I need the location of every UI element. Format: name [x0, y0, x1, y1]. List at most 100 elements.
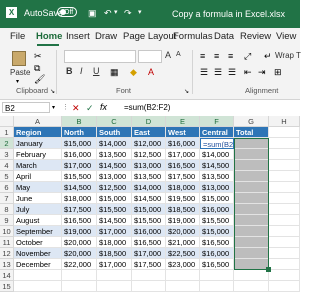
- redo-icon[interactable]: ↷: [124, 8, 132, 18]
- tab-formulas[interactable]: Formulas: [173, 31, 213, 42]
- total-cell[interactable]: [234, 259, 269, 270]
- total-cell[interactable]: [234, 160, 269, 171]
- column-header-f[interactable]: F: [200, 116, 234, 127]
- data-cell[interactable]: $18,000: [62, 193, 97, 204]
- data-cell[interactable]: $14,000: [132, 182, 166, 193]
- data-cell[interactable]: $15,500: [132, 215, 166, 226]
- month-cell[interactable]: May: [14, 182, 62, 193]
- tab-insert[interactable]: Insert: [66, 31, 90, 42]
- cell[interactable]: [62, 281, 97, 292]
- tab-home[interactable]: Home: [36, 31, 62, 42]
- font-name-box[interactable]: [64, 50, 136, 63]
- wrap-text-button[interactable]: Wrap T: [275, 51, 301, 60]
- data-cell[interactable]: $16,500: [132, 237, 166, 248]
- format-painter-icon[interactable]: 🖌: [34, 74, 45, 84]
- row-header[interactable]: 11: [0, 237, 14, 248]
- paste-icon[interactable]: [12, 51, 26, 66]
- wrap-text-icon[interactable]: ↵: [264, 51, 272, 61]
- row-header[interactable]: 10: [0, 226, 14, 237]
- data-cell[interactable]: $17,000: [132, 248, 166, 259]
- tab-data[interactable]: Data: [214, 31, 234, 42]
- row-header[interactable]: 6: [0, 182, 14, 193]
- align-top-icon[interactable]: ≡: [200, 51, 205, 61]
- data-cell[interactable]: $13,000: [97, 171, 132, 182]
- cell[interactable]: [200, 281, 234, 292]
- data-cell[interactable]: $16,500: [62, 215, 97, 226]
- decrease-indent-icon[interactable]: ⇤: [244, 67, 252, 77]
- cell[interactable]: [269, 259, 300, 270]
- data-cell[interactable]: $19,500: [166, 193, 200, 204]
- data-cell[interactable]: $15,500: [200, 215, 234, 226]
- total-cell[interactable]: [234, 193, 269, 204]
- paste-button[interactable]: Paste: [10, 68, 30, 77]
- row-header[interactable]: 14: [0, 270, 14, 281]
- data-cell[interactable]: $15,000: [200, 193, 234, 204]
- increase-indent-icon[interactable]: ⇥: [258, 67, 266, 77]
- select-all-corner[interactable]: [0, 116, 14, 127]
- cell[interactable]: [269, 281, 300, 292]
- column-header-b[interactable]: B: [62, 116, 97, 127]
- row-header[interactable]: 12: [0, 248, 14, 259]
- row-header[interactable]: 8: [0, 204, 14, 215]
- total-cell[interactable]: [234, 248, 269, 259]
- data-cell[interactable]: $14,500: [200, 160, 234, 171]
- month-cell[interactable]: July: [14, 204, 62, 215]
- cell[interactable]: [269, 138, 300, 149]
- align-right-icon[interactable]: ☰: [228, 67, 236, 77]
- data-cell[interactable]: $23,000: [166, 259, 200, 270]
- row-header[interactable]: 13: [0, 259, 14, 270]
- italic-button[interactable]: I: [80, 66, 83, 76]
- cell[interactable]: [269, 248, 300, 259]
- month-cell[interactable]: August: [14, 215, 62, 226]
- data-cell[interactable]: $18,500: [97, 248, 132, 259]
- cell[interactable]: [269, 127, 300, 138]
- data-cell[interactable]: $15,500: [97, 204, 132, 215]
- column-header-d[interactable]: D: [132, 116, 166, 127]
- data-cell[interactable]: $19,000: [62, 226, 97, 237]
- cell[interactable]: [269, 237, 300, 248]
- column-header-c[interactable]: C: [97, 116, 132, 127]
- align-middle-icon[interactable]: ≡: [214, 51, 219, 61]
- data-cell[interactable]: $14,500: [97, 160, 132, 171]
- data-cell[interactable]: $19,000: [166, 215, 200, 226]
- month-cell[interactable]: December: [14, 259, 62, 270]
- cell[interactable]: [269, 171, 300, 182]
- data-cell[interactable]: $13,500: [97, 149, 132, 160]
- clipboard-launcher-icon[interactable]: ↘: [50, 87, 55, 97]
- data-cell[interactable]: $14,000: [97, 138, 132, 149]
- orientation-icon[interactable]: ⤢: [244, 51, 251, 61]
- data-cell[interactable]: $16,000: [200, 204, 234, 215]
- data-cell[interactable]: $15,000: [97, 193, 132, 204]
- data-cell[interactable]: $17,000: [97, 259, 132, 270]
- undo-dropdown-icon[interactable]: ▾: [114, 8, 118, 18]
- data-cell[interactable]: $16,500: [166, 160, 200, 171]
- cell[interactable]: [200, 270, 234, 281]
- cancel-entry-icon[interactable]: ✕: [72, 103, 80, 113]
- table-header-cell[interactable]: North: [62, 127, 97, 138]
- table-header-cell[interactable]: Total: [234, 127, 269, 138]
- data-cell[interactable]: $14,500: [97, 215, 132, 226]
- table-header-cell[interactable]: East: [132, 127, 166, 138]
- data-cell[interactable]: $17,000: [97, 226, 132, 237]
- fill-handle[interactable]: [266, 267, 271, 272]
- undo-icon[interactable]: ↶: [104, 8, 112, 18]
- fill-color-icon[interactable]: ◆: [130, 67, 137, 77]
- insert-function-button[interactable]: fx: [100, 102, 107, 112]
- total-cell[interactable]: [234, 149, 269, 160]
- data-cell[interactable]: $13,500: [132, 171, 166, 182]
- name-box[interactable]: B2: [2, 102, 50, 113]
- tab-review[interactable]: Review: [240, 31, 271, 42]
- data-cell[interactable]: $16,000: [200, 248, 234, 259]
- row-header[interactable]: 5: [0, 171, 14, 182]
- row-header[interactable]: 7: [0, 193, 14, 204]
- month-cell[interactable]: October: [14, 237, 62, 248]
- font-color-icon[interactable]: A: [148, 67, 154, 77]
- data-cell[interactable]: $22,500: [166, 248, 200, 259]
- cell[interactable]: [14, 281, 62, 292]
- row-header[interactable]: 3: [0, 149, 14, 160]
- data-cell[interactable]: $20,000: [62, 237, 97, 248]
- month-cell[interactable]: April: [14, 171, 62, 182]
- data-cell[interactable]: $12,500: [132, 149, 166, 160]
- total-cell[interactable]: [234, 226, 269, 237]
- data-cell[interactable]: $17,000: [62, 160, 97, 171]
